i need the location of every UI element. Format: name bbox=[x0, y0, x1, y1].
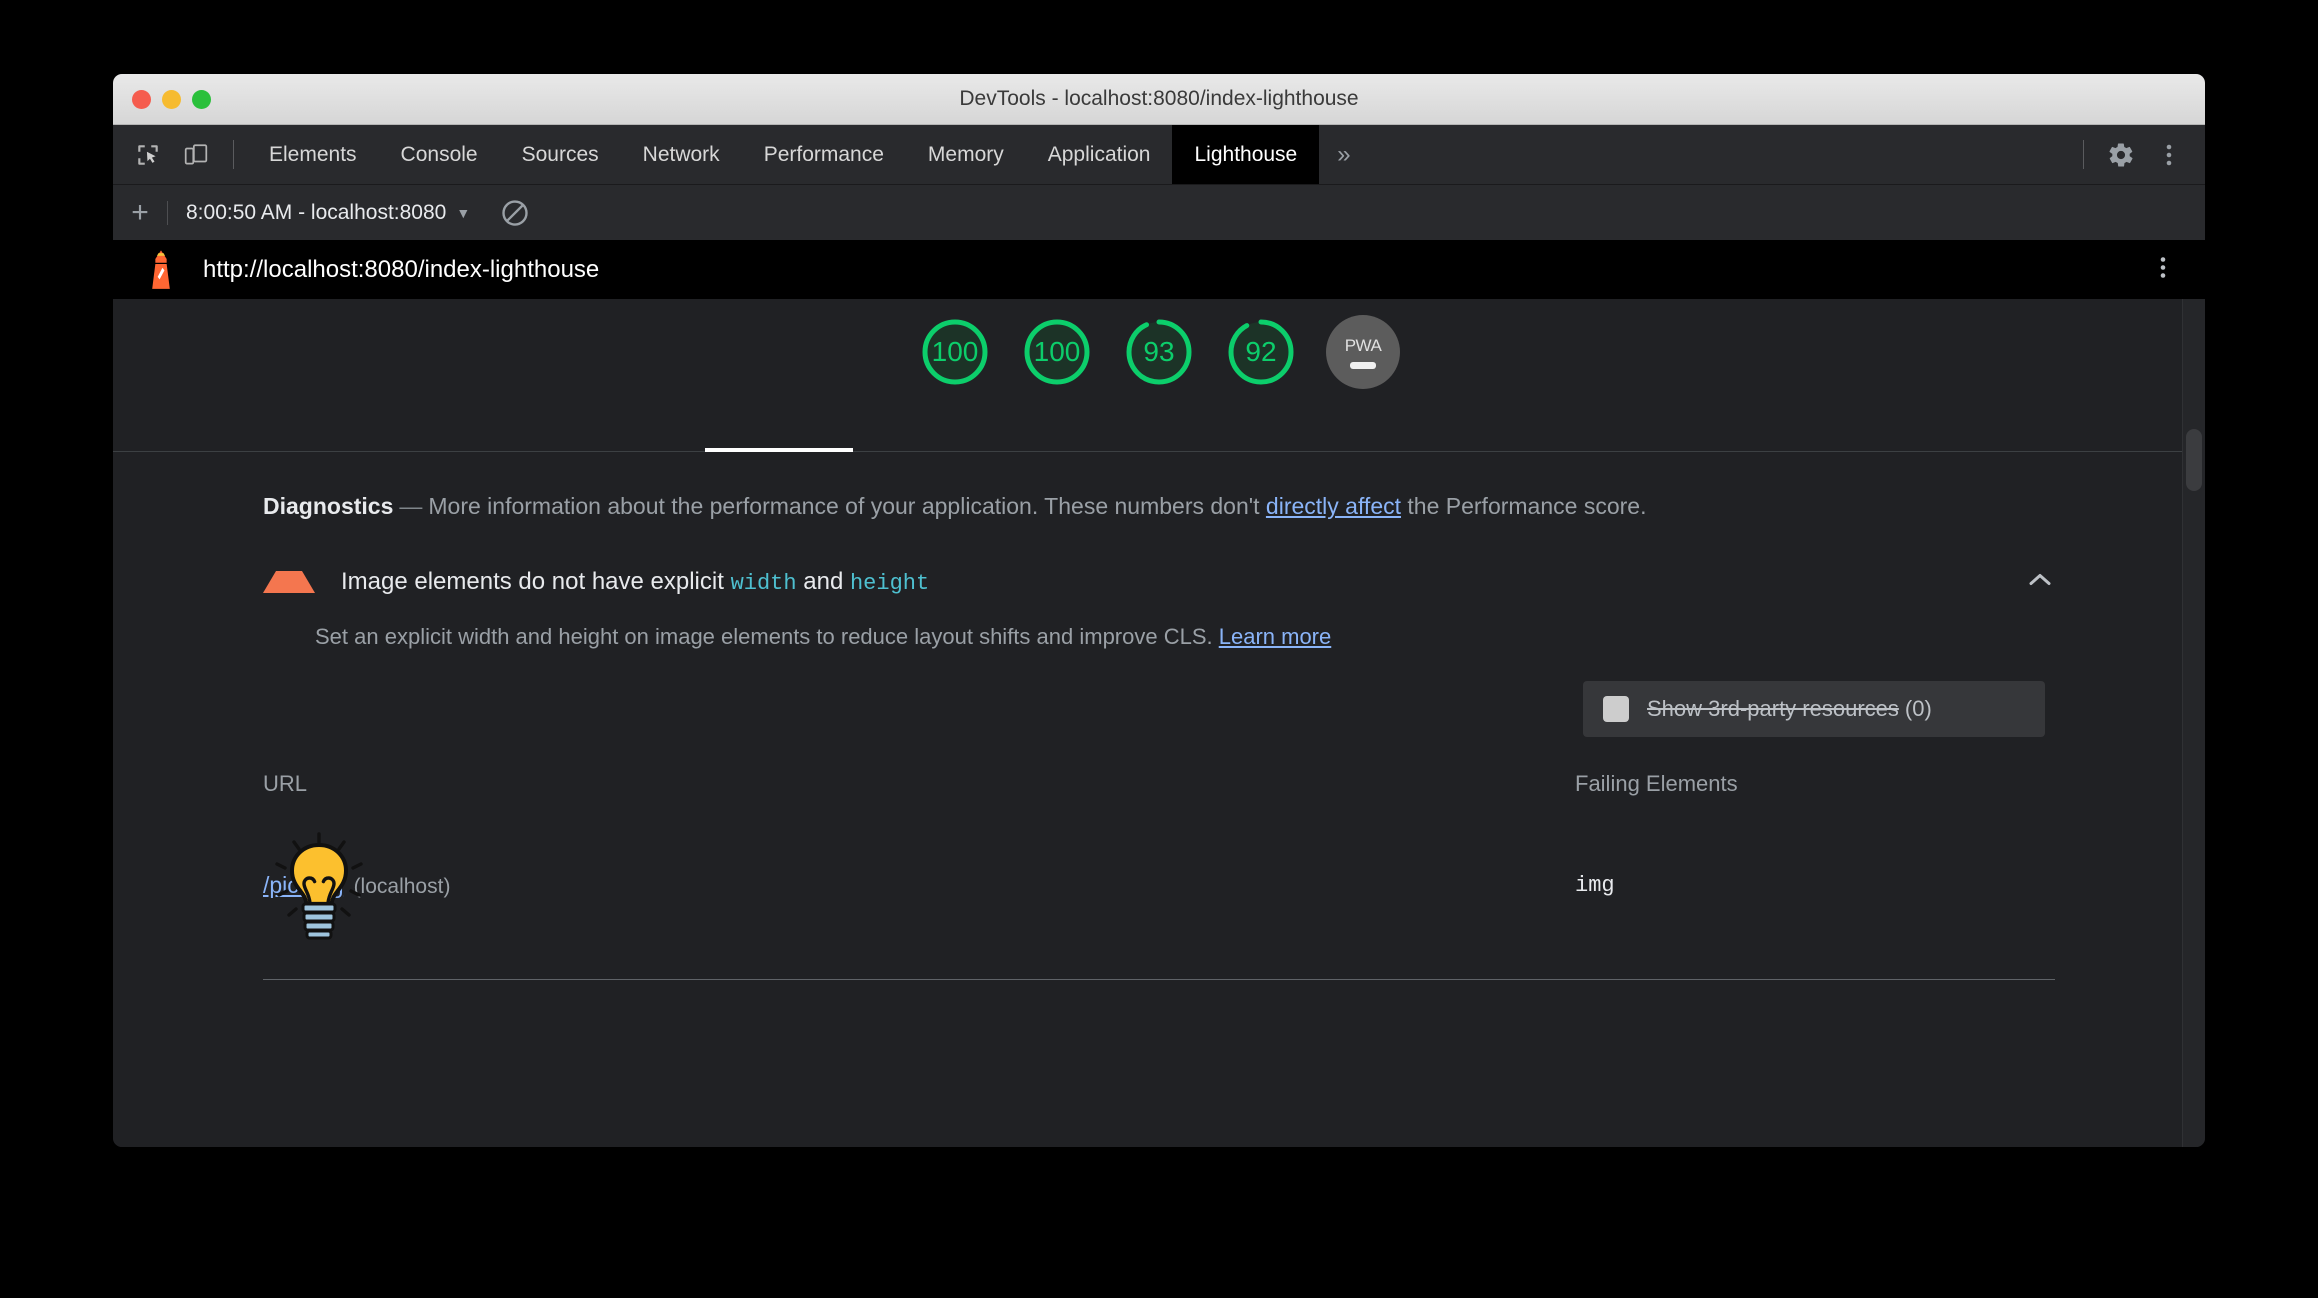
diagnostics-intro: Diagnostics — More information about the p… bbox=[113, 452, 1903, 524]
diagnostics-text-after: the Performance score. bbox=[1401, 493, 1647, 519]
warning-triangle-icon bbox=[263, 570, 315, 593]
devtools-window: DevTools - localhost:8080/index-lighthou… bbox=[113, 74, 2205, 1147]
report-select[interactable]: 8:00:50 AM - localhost:8080 ▼ bbox=[186, 201, 470, 225]
gauge-performance[interactable]: 100 bbox=[918, 315, 992, 389]
tab-lighthouse[interactable]: Lighthouse bbox=[1172, 125, 1320, 184]
gear-icon[interactable] bbox=[2097, 125, 2145, 184]
lightbulb-icon bbox=[275, 831, 363, 940]
cell-failing-element: img bbox=[1575, 873, 1615, 899]
device-toolbar-icon[interactable] bbox=[172, 125, 220, 184]
audit-code-width: width bbox=[730, 570, 797, 596]
minimize-window-button[interactable] bbox=[162, 89, 181, 109]
inspect-element-icon[interactable] bbox=[124, 125, 172, 184]
audit-code-height: height bbox=[849, 570, 930, 596]
third-party-checkbox[interactable] bbox=[1603, 695, 1629, 722]
report-url-bar: http://localhost:8080/index-lighthouse bbox=[113, 241, 2205, 299]
more-tabs-button[interactable]: » bbox=[1319, 125, 1368, 184]
gauge-seo[interactable]: 92 bbox=[1224, 315, 1298, 389]
gauge-score-seo: 92 bbox=[1245, 336, 1277, 367]
audit-description: Set an explicit width and height on imag… bbox=[315, 622, 2055, 653]
tab-application[interactable]: Application bbox=[1026, 125, 1173, 184]
diagnostics-dash: — bbox=[399, 493, 423, 519]
audit-header[interactable]: Image elements do not have explicit widt… bbox=[263, 568, 2055, 596]
tabbar-right-divider bbox=[2083, 140, 2084, 169]
learn-more-link[interactable]: Learn more bbox=[1219, 624, 1332, 649]
directly-affect-link[interactable]: directly affect bbox=[1266, 493, 1401, 519]
tab-network[interactable]: Network bbox=[621, 125, 742, 184]
window-traffic-lights bbox=[132, 89, 211, 109]
column-header-url: URL bbox=[263, 770, 308, 796]
panel-tabs: Elements Console Sources Network Perform… bbox=[247, 125, 1369, 184]
gauge-score-best-practices: 93 bbox=[1143, 336, 1175, 367]
cell-url: /pic.png(localhost) bbox=[263, 823, 1575, 949]
close-window-button[interactable] bbox=[132, 89, 151, 109]
row-url-host: (localhost) bbox=[353, 875, 451, 899]
diagnostics-text-before: More information about the performance o… bbox=[428, 493, 1266, 519]
column-header-failing-elements: Failing Elements bbox=[1575, 770, 1738, 796]
diagnostics-heading: Diagnostics bbox=[263, 493, 394, 519]
tabbar-divider bbox=[233, 140, 234, 169]
lighthouse-report: http://localhost:8080/index-lighthouse 1… bbox=[113, 241, 2205, 1147]
chevron-down-icon: ▼ bbox=[456, 204, 471, 221]
clear-all-icon[interactable] bbox=[500, 198, 530, 228]
tab-console[interactable]: Console bbox=[379, 125, 500, 184]
gauge-score-performance: 100 bbox=[931, 336, 979, 367]
audit-image-size-responsive: Image elements do not have explicit widt… bbox=[113, 568, 2205, 949]
table-header-row: URL Failing Elements bbox=[263, 771, 2055, 823]
audit-bottom-divider bbox=[263, 978, 2055, 980]
report-scrollbar-thumb[interactable] bbox=[2186, 429, 2202, 491]
tab-elements[interactable]: Elements bbox=[247, 125, 379, 184]
lighthouse-toolbar: + 8:00:50 AM - localhost:8080 ▼ bbox=[113, 185, 2205, 241]
gauge-accessibility[interactable]: 100 bbox=[1020, 315, 1094, 389]
maximize-window-button[interactable] bbox=[192, 89, 211, 109]
third-party-filter[interactable]: Show 3rd-party resources (0) bbox=[1583, 680, 2045, 737]
report-scrollbar[interactable] bbox=[2182, 299, 2205, 1147]
audit-results-table: URL Failing Elements (localhost) img bbox=[263, 771, 2055, 949]
audit-title-part1: Image elements do not have explicit bbox=[341, 567, 731, 595]
audit-title-part2: and bbox=[796, 567, 850, 595]
report-content: Diagnostics — More information about the p… bbox=[113, 452, 2205, 980]
audit-title: Image elements do not have explicit widt… bbox=[341, 568, 929, 596]
third-party-label: Show 3rd-party resources bbox=[1647, 695, 1899, 721]
tab-performance[interactable]: Performance bbox=[742, 125, 906, 184]
tab-memory[interactable]: Memory bbox=[906, 125, 1026, 184]
window-titlebar: DevTools - localhost:8080/index-lighthou… bbox=[113, 74, 2205, 125]
audit-description-text: Set an explicit width and height on imag… bbox=[315, 623, 1219, 649]
lighthouse-logo-icon bbox=[152, 250, 170, 289]
score-gauges: 100 100 93 92 PWA bbox=[113, 299, 2205, 452]
report-menu-icon[interactable] bbox=[2151, 254, 2175, 287]
new-report-button[interactable]: + bbox=[113, 197, 167, 228]
chevron-up-icon[interactable] bbox=[2025, 569, 2055, 594]
gauge-pwa[interactable]: PWA bbox=[1326, 315, 1400, 389]
pwa-label: PWA bbox=[1344, 335, 1382, 355]
table-row: /pic.png(localhost) img bbox=[263, 823, 2055, 949]
devtools-tabbar: Elements Console Sources Network Perform… bbox=[113, 125, 2205, 185]
kebab-menu-icon[interactable] bbox=[2145, 125, 2193, 184]
window-title: DevTools - localhost:8080/index-lighthou… bbox=[959, 87, 1359, 110]
report-url: http://localhost:8080/index-lighthouse bbox=[203, 256, 600, 283]
gauge-score-accessibility: 100 bbox=[1033, 336, 1081, 367]
gauge-best-practices[interactable]: 93 bbox=[1122, 315, 1196, 389]
pwa-null-indicator bbox=[1350, 361, 1376, 369]
toolbar-divider bbox=[167, 200, 168, 225]
tab-sources[interactable]: Sources bbox=[500, 125, 621, 184]
third-party-count: (0) bbox=[1904, 695, 1932, 721]
report-select-label: 8:00:50 AM - localhost:8080 bbox=[186, 200, 447, 224]
